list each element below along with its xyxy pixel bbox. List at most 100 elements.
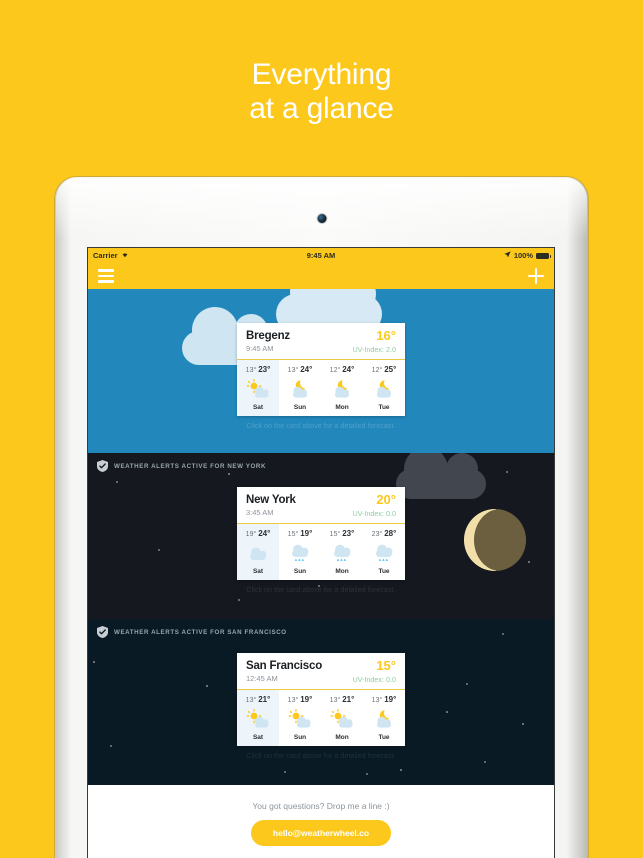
forecast-day[interactable]: 13° 19° Sun	[279, 690, 321, 746]
forecast-high: 24°	[300, 365, 313, 374]
forecast-low: 15°	[287, 531, 299, 538]
forecast-day[interactable]: 13° 24° Sun	[279, 360, 321, 416]
front-camera-icon	[317, 214, 326, 223]
forecast-high: 23°	[342, 529, 355, 538]
weather-panel-san-francisco[interactable]: WEATHER ALERTS ACTIVE FOR SAN FRANCISCO …	[88, 619, 554, 785]
forecast-low: 13°	[329, 697, 341, 704]
weather-alert-new-york[interactable]: WEATHER ALERTS ACTIVE FOR NEW YORK	[88, 453, 554, 472]
forecast-high: 24°	[342, 365, 355, 374]
star-icon	[228, 473, 230, 475]
forecast-day[interactable]: 13° 23° Sat	[237, 360, 279, 416]
forecast-day[interactable]: 13° 19° Tue	[363, 690, 405, 746]
card-header-right: 20° UV-Index: 0.0	[352, 492, 396, 518]
hamburger-menu-icon[interactable]	[98, 269, 114, 283]
card-header-right: 16° UV-Index: 2.0	[352, 328, 396, 354]
forecast-day-label: Sun	[293, 734, 307, 741]
forecast-high: 28°	[384, 529, 397, 538]
weather-card-san-francisco[interactable]: San Francisco 12:45 AM 15° UV-Index: 0.0…	[237, 653, 405, 746]
device-screen: Carrier 9:45 AM 100% Bregenz 9:45 AM 16°…	[88, 248, 554, 858]
card-hint: Click on the card above for a detailed f…	[246, 587, 396, 594]
forecast-high: 19°	[300, 695, 313, 704]
cloud-icon	[237, 540, 279, 566]
star-icon	[238, 599, 240, 601]
star-icon	[400, 769, 402, 771]
forecast-day-label: Mon	[335, 404, 349, 411]
forecast-row: 13° 23° Sat 13° 24° Sun 12° 24° Mon 12° …	[237, 359, 405, 416]
forecast-day-label: Tue	[378, 734, 390, 741]
weather-card-new-york[interactable]: New York 3:45 AM 20° UV-Index: 0.0 19° 2…	[237, 487, 405, 580]
forecast-day[interactable]: 15° 19° Sun	[279, 524, 321, 580]
forecast-day-label: Sat	[252, 568, 264, 575]
forecast-low: 23°	[371, 531, 383, 538]
forecast-high: 25°	[384, 365, 397, 374]
forecast-day[interactable]: 15° 23° Mon	[321, 524, 363, 580]
forecast-day[interactable]: 23° 28° Tue	[363, 524, 405, 580]
bezel-sheen	[56, 178, 587, 238]
forecast-day-label: Sun	[293, 568, 307, 575]
forecast-day[interactable]: 12° 24° Mon	[321, 360, 363, 416]
forecast-row: 19° 24° Sat 15° 19° Sun 15° 23° Mon 23° …	[237, 523, 405, 580]
card-header-right: 15° UV-Index: 0.0	[352, 658, 396, 684]
city-name: New York	[246, 494, 296, 506]
headline-line-2: at a glance	[249, 92, 394, 125]
card-header-left: San Francisco 12:45 AM	[246, 660, 322, 683]
moon-cloud-icon	[279, 376, 321, 402]
weather-card-bregenz[interactable]: Bregenz 9:45 AM 16° UV-Index: 2.0 13° 23…	[237, 323, 405, 416]
local-time: 9:45 AM	[246, 344, 274, 353]
card-header: San Francisco 12:45 AM 15° UV-Index: 0.0	[237, 653, 405, 689]
card-header-left: New York 3:45 AM	[246, 494, 296, 517]
star-icon	[366, 773, 368, 775]
city-name: San Francisco	[246, 660, 323, 672]
forecast-day[interactable]: 12° 25° Tue	[363, 360, 405, 416]
sun-cloud-icon	[237, 706, 279, 732]
rain-cloud-icon	[363, 540, 405, 566]
current-temperature: 15°	[376, 658, 396, 673]
sun-cloud-icon	[321, 706, 363, 732]
weather-panel-new-york[interactable]: WEATHER ALERTS ACTIVE FOR NEW YORK New Y…	[88, 453, 554, 619]
moon-cloud-icon	[363, 706, 405, 732]
hamburger-line	[98, 269, 114, 272]
footer-question: You got questions? Drop me a line :)	[252, 801, 390, 811]
moon-cloud-icon	[321, 376, 363, 402]
shield-check-icon	[97, 626, 108, 638]
local-time: 3:45 AM	[246, 508, 274, 517]
rain-cloud-icon	[321, 540, 363, 566]
shield-check-icon	[97, 460, 108, 472]
status-bar-right: 100%	[504, 251, 551, 260]
tablet-device-frame: Carrier 9:45 AM 100% Bregenz 9:45 AM 16°…	[55, 177, 588, 858]
forecast-low: 13°	[371, 697, 383, 704]
uv-index: UV-Index: 0.0	[352, 675, 396, 684]
forecast-high: 19°	[300, 529, 313, 538]
alert-label: WEATHER ALERTS ACTIVE FOR SAN FRANCISCO	[114, 628, 287, 636]
forecast-day[interactable]: 13° 21° Mon	[321, 690, 363, 746]
forecast-day[interactable]: 19° 24° Sat	[237, 524, 279, 580]
current-temperature: 20°	[376, 492, 396, 507]
alert-label: WEATHER ALERTS ACTIVE FOR NEW YORK	[114, 462, 267, 470]
weather-alert-san-francisco[interactable]: WEATHER ALERTS ACTIVE FOR SAN FRANCISCO	[88, 619, 554, 638]
app-footer: You got questions? Drop me a line :) hel…	[88, 785, 554, 858]
card-container: San Francisco 12:45 AM 15° UV-Index: 0.0…	[88, 653, 554, 760]
forecast-day-label: Tue	[378, 568, 390, 575]
city-name: Bregenz	[246, 330, 290, 342]
forecast-high: 24°	[258, 529, 271, 538]
current-temperature: 16°	[376, 328, 396, 343]
forecast-high: 21°	[342, 695, 355, 704]
forecast-high: 21°	[258, 695, 271, 704]
forecast-low: 19°	[245, 531, 257, 538]
weather-panel-bregenz[interactable]: Bregenz 9:45 AM 16° UV-Index: 2.0 13° 23…	[88, 289, 554, 453]
forecast-low: 13°	[245, 697, 257, 704]
card-container: New York 3:45 AM 20° UV-Index: 0.0 19° 2…	[88, 487, 554, 594]
card-header: New York 3:45 AM 20° UV-Index: 0.0	[237, 487, 405, 523]
uv-index: UV-Index: 2.0	[352, 345, 396, 354]
moon-cloud-icon	[363, 376, 405, 402]
forecast-low: 13°	[287, 697, 299, 704]
email-contact-button[interactable]: hello@weatherwheel.co	[250, 820, 392, 846]
card-header-left: Bregenz 9:45 AM	[246, 330, 290, 353]
battery-percent-label: 100%	[513, 251, 533, 260]
app-navbar	[88, 263, 554, 289]
battery-full-icon	[536, 252, 551, 259]
local-time: 12:45 AM	[246, 674, 278, 683]
forecast-day[interactable]: 13° 21° Sat	[237, 690, 279, 746]
plus-icon[interactable]	[528, 268, 544, 284]
forecast-low: 13°	[245, 367, 257, 374]
